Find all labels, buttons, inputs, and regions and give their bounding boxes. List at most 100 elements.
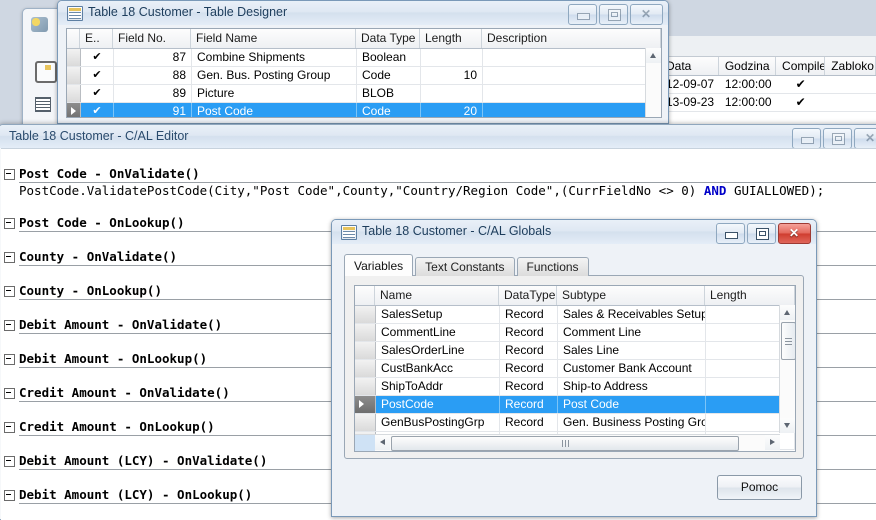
cell-datatype[interactable]: Record xyxy=(500,378,558,395)
cell-field-no[interactable]: 89 xyxy=(114,85,192,102)
cal-editor-titlebar[interactable]: Table 18 Customer - C/AL Editor ✕ xyxy=(0,125,876,149)
collapse-icon[interactable] xyxy=(4,490,15,501)
table-row[interactable]: ✔ 88 Gen. Bus. Posting Group Code 10 xyxy=(67,67,661,85)
cell-data-type[interactable]: Code xyxy=(357,67,421,84)
table-designer-titlebar[interactable]: Table 18 Customer - Table Designer ✕ xyxy=(58,1,668,25)
cell-length[interactable]: 10 xyxy=(421,67,483,84)
minimize-button[interactable] xyxy=(568,4,597,25)
row-marker[interactable] xyxy=(355,342,376,359)
row-marker-current[interactable] xyxy=(355,396,376,413)
code-line[interactable]: PostCode.ValidatePostCode(City,"Post Cod… xyxy=(1,183,876,201)
collapse-icon[interactable] xyxy=(4,320,15,331)
collapse-icon[interactable] xyxy=(4,218,15,229)
fields-grid-scrollbar-vertical[interactable] xyxy=(645,48,661,117)
row-marker[interactable] xyxy=(355,306,376,323)
maximize-button[interactable] xyxy=(599,4,628,25)
row-marker[interactable] xyxy=(67,67,81,84)
scroll-right-button[interactable] xyxy=(765,435,780,450)
list-item[interactable]: GenBusPostingGrp Record Gen. Business Po… xyxy=(355,414,795,432)
cell-name[interactable]: SalesSetup xyxy=(376,306,500,323)
cell-enabled[interactable]: ✔ xyxy=(81,49,114,66)
globals-grid[interactable]: Name DataType Subtype Length SalesSetup … xyxy=(354,285,796,452)
globals-tabs[interactable]: Variables Text Constants Functions xyxy=(344,254,591,276)
row-marker[interactable] xyxy=(67,85,81,102)
list-item[interactable]: CustBankAcc Record Customer Bank Account xyxy=(355,360,795,378)
cell-name[interactable]: SalesOrderLine xyxy=(376,342,500,359)
cell-name[interactable]: ShipToAddr xyxy=(376,378,500,395)
row-marker[interactable] xyxy=(355,414,376,431)
collapse-icon[interactable] xyxy=(4,354,15,365)
cell-datatype[interactable]: Record xyxy=(500,414,558,431)
list-item[interactable]: CommentLine Record Comment Line xyxy=(355,324,795,342)
cell-description[interactable] xyxy=(483,49,661,66)
row-marker-current[interactable] xyxy=(67,103,81,117)
list-item-selected[interactable]: PostCode Record Post Code xyxy=(355,396,795,414)
cell-field-name[interactable]: Post Code xyxy=(192,103,357,117)
globals-scrollbar-horizontal[interactable] xyxy=(375,434,780,451)
function-header[interactable]: Post Code - OnValidate() xyxy=(1,165,876,183)
cell-subtype[interactable]: Comment Line xyxy=(558,324,706,341)
scroll-up-button[interactable] xyxy=(780,305,795,320)
minimize-button[interactable] xyxy=(792,128,821,149)
row-marker[interactable] xyxy=(355,324,376,341)
col-length[interactable]: Length xyxy=(420,29,482,48)
maximize-button[interactable] xyxy=(747,223,776,244)
collapse-icon[interactable] xyxy=(4,422,15,433)
row-marker[interactable] xyxy=(355,378,376,395)
cell-enabled[interactable]: ✔ xyxy=(81,67,114,84)
list-item[interactable]: ShipToAddr Record Ship-to Address xyxy=(355,378,795,396)
collapse-icon[interactable] xyxy=(4,252,15,263)
cell-datatype[interactable]: Record xyxy=(500,324,558,341)
cell-subtype[interactable]: Sales Line xyxy=(558,342,706,359)
table-row[interactable]: ✔ 87 Combine Shipments Boolean xyxy=(67,49,661,67)
scroll-thumb-vertical[interactable] xyxy=(781,322,795,360)
close-button[interactable]: ✕ xyxy=(778,223,811,244)
cell-datatype[interactable]: Record xyxy=(500,306,558,323)
cell-enabled[interactable]: ✔ xyxy=(81,85,114,102)
cell-length[interactable] xyxy=(421,85,483,102)
scroll-up-button[interactable] xyxy=(646,48,661,63)
scroll-down-button[interactable] xyxy=(780,418,795,433)
cal-globals-window-controls[interactable]: ✕ xyxy=(716,223,811,244)
table-designer-window[interactable]: Table 18 Customer - Table Designer ✕ E..… xyxy=(57,0,669,124)
fields-grid[interactable]: E.. Field No. Field Name Data Type Lengt… xyxy=(66,28,662,118)
cell-datatype[interactable]: Record xyxy=(500,342,558,359)
list-item[interactable]: SalesSetup Record Sales & Receivables Se… xyxy=(355,306,795,324)
col-name[interactable]: Name xyxy=(375,286,499,305)
cell-field-name[interactable]: Gen. Bus. Posting Group xyxy=(192,67,357,84)
close-button[interactable]: ✕ xyxy=(630,4,663,25)
cell-length[interactable] xyxy=(421,49,483,66)
cell-description[interactable] xyxy=(483,103,661,117)
cell-datatype[interactable]: Record xyxy=(500,396,558,413)
tab-variables[interactable]: Variables xyxy=(344,254,414,276)
tab-text-constants[interactable]: Text Constants xyxy=(415,257,515,276)
collapse-icon[interactable] xyxy=(4,286,15,297)
cell-subtype[interactable]: Ship-to Address xyxy=(558,378,706,395)
table-row[interactable]: ✔ 89 Picture BLOB xyxy=(67,85,661,103)
cal-globals-titlebar[interactable]: Table 18 Customer - C/AL Globals ✕ xyxy=(332,220,816,244)
col-field-no[interactable]: Field No. xyxy=(113,29,191,48)
list-item[interactable]: SalesOrderLine Record Sales Line xyxy=(355,342,795,360)
scroll-thumb-horizontal[interactable] xyxy=(391,436,739,451)
table-designer-window-controls[interactable]: ✕ xyxy=(568,4,663,25)
row-marker[interactable] xyxy=(355,360,376,377)
col-data-type[interactable]: Data Type xyxy=(356,29,420,48)
collapse-icon[interactable] xyxy=(4,456,15,467)
collapse-icon[interactable] xyxy=(4,169,15,180)
col-description[interactable]: Description xyxy=(482,29,661,48)
maximize-button[interactable] xyxy=(823,128,852,149)
help-button[interactable]: Pomoc xyxy=(717,475,802,500)
row-marker[interactable] xyxy=(67,49,81,66)
cell-field-no[interactable]: 91 xyxy=(114,103,192,117)
cell-datatype[interactable]: Record xyxy=(500,360,558,377)
tab-functions[interactable]: Functions xyxy=(516,257,589,276)
scroll-left-button[interactable] xyxy=(375,435,390,450)
cell-data-type[interactable]: BLOB xyxy=(357,85,421,102)
cal-globals-dialog[interactable]: Table 18 Customer - C/AL Globals ✕ Varia… xyxy=(331,219,817,517)
cell-field-no[interactable]: 88 xyxy=(114,67,192,84)
cell-enabled[interactable]: ✔ xyxy=(81,103,114,117)
cell-subtype[interactable]: Customer Bank Account xyxy=(558,360,706,377)
cell-name[interactable]: CommentLine xyxy=(376,324,500,341)
col-subtype[interactable]: Subtype xyxy=(557,286,705,305)
col-field-name[interactable]: Field Name xyxy=(191,29,356,48)
